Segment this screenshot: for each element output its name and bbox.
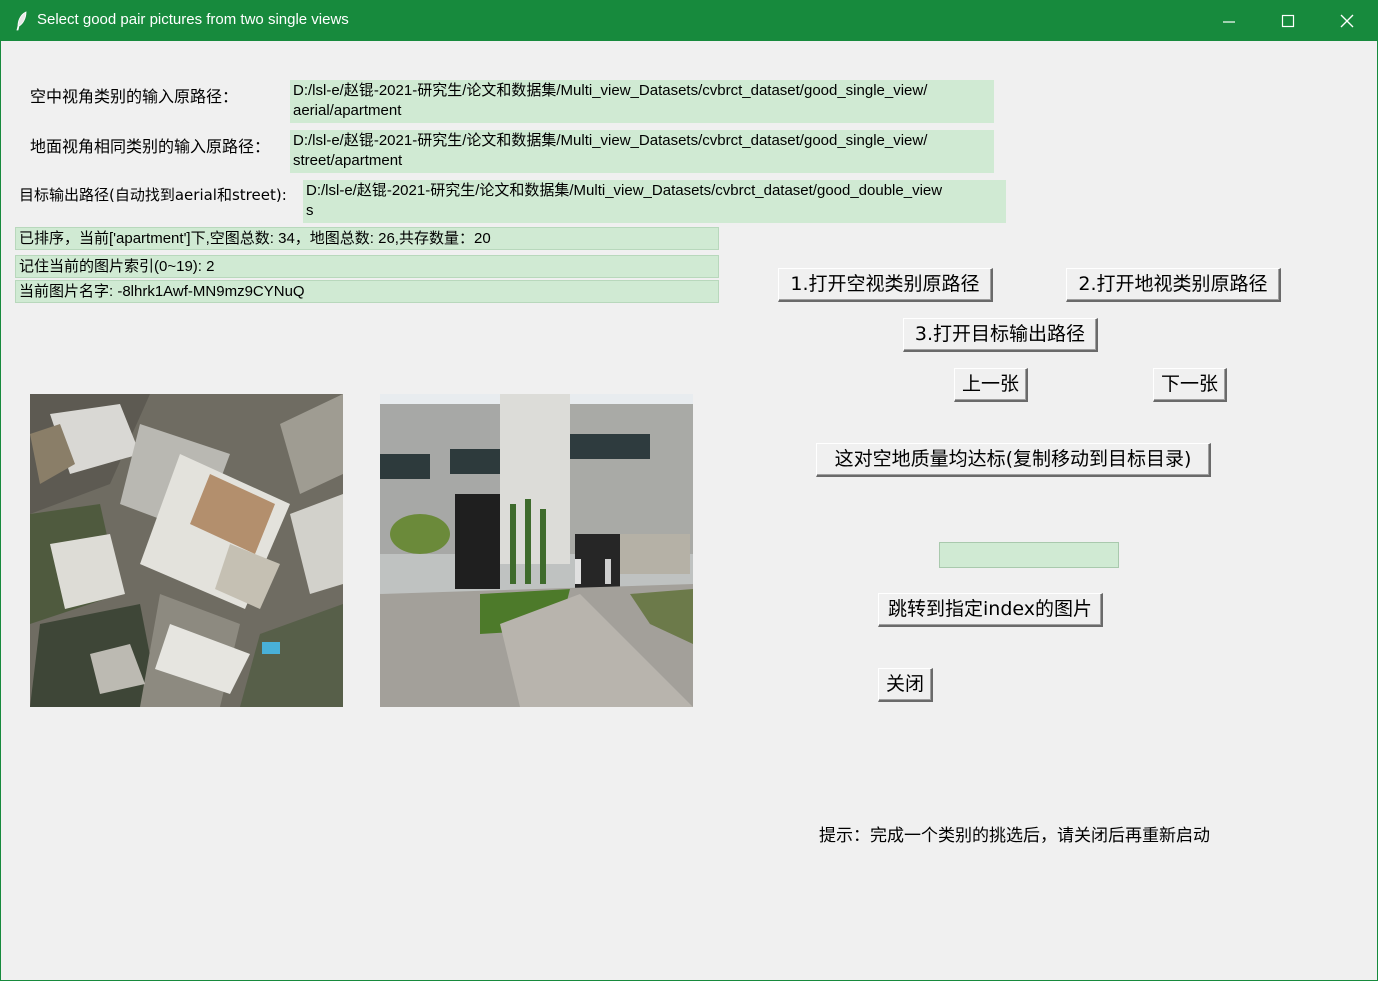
jump-to-index-button[interactable]: 跳转到指定index的图片: [878, 593, 1103, 627]
output-path-line2: s: [306, 202, 314, 219]
aerial-path-field[interactable]: D:/lsl-e/赵锟-2021-研究生/论文和数据集/Multi_view_D…: [290, 80, 994, 123]
next-image-button[interactable]: 下一张: [1153, 368, 1227, 402]
close-icon: [1340, 14, 1354, 28]
minimize-button[interactable]: [1201, 1, 1259, 41]
close-button[interactable]: 关闭: [878, 668, 933, 702]
maximize-button[interactable]: [1260, 1, 1318, 41]
open-output-path-button[interactable]: 3.打开目标输出路径: [903, 318, 1098, 352]
title-bar[interactable]: Select good pair pictures from two singl…: [1, 1, 1377, 41]
output-path-field[interactable]: D:/lsl-e/赵锟-2021-研究生/论文和数据集/Multi_view_D…: [303, 180, 1006, 223]
open-street-path-button[interactable]: 2.打开地视类别原路径: [1066, 268, 1281, 302]
jump-index-input[interactable]: [939, 542, 1119, 568]
open-aerial-path-button[interactable]: 1.打开空视类别原路径: [778, 268, 993, 302]
app-window: Select good pair pictures from two singl…: [0, 0, 1378, 981]
output-path-label: 目标输出路径(自动找到aerial和street):: [19, 186, 287, 204]
sort-status: 已排序，当前['apartment']下,空图总数: 34，地图总数: 26,共…: [15, 227, 719, 250]
aerial-path-line2: aerial/apartment: [293, 102, 402, 119]
hint-text: 提示：完成一个类别的挑选后，请关闭后再重新启动: [819, 826, 1210, 846]
aerial-path-label: 空中视角类别的输入原路径：: [30, 87, 239, 106]
street-path-line2: street/apartment: [293, 152, 403, 169]
feather-icon: [16, 11, 27, 31]
window-title: Select good pair pictures from two singl…: [37, 11, 349, 28]
street-path-line1: D:/lsl-e/赵锟-2021-研究生/论文和数据集/Multi_view_D…: [293, 132, 928, 149]
minimize-icon: [1223, 21, 1235, 23]
close-window-button[interactable]: [1319, 1, 1377, 41]
prev-image-button[interactable]: 上一张: [954, 368, 1028, 402]
index-status: 记住当前的图片索引(0~19): 2: [15, 255, 719, 278]
output-path-line1: D:/lsl-e/赵锟-2021-研究生/论文和数据集/Multi_view_D…: [306, 182, 943, 199]
aerial-image: [30, 394, 343, 707]
street-path-label: 地面视角相同类别的输入原路径：: [30, 137, 271, 156]
maximize-icon: [1281, 14, 1295, 28]
image-name-status: 当前图片名字: -8lhrk1Awf-MN9mz9CYNuQ: [15, 280, 719, 303]
street-image: [380, 394, 693, 707]
approve-pair-button[interactable]: 这对空地质量均达标(复制移动到目标目录): [816, 443, 1211, 477]
aerial-path-line1: D:/lsl-e/赵锟-2021-研究生/论文和数据集/Multi_view_D…: [293, 82, 928, 99]
street-path-field[interactable]: D:/lsl-e/赵锟-2021-研究生/论文和数据集/Multi_view_D…: [290, 130, 994, 173]
